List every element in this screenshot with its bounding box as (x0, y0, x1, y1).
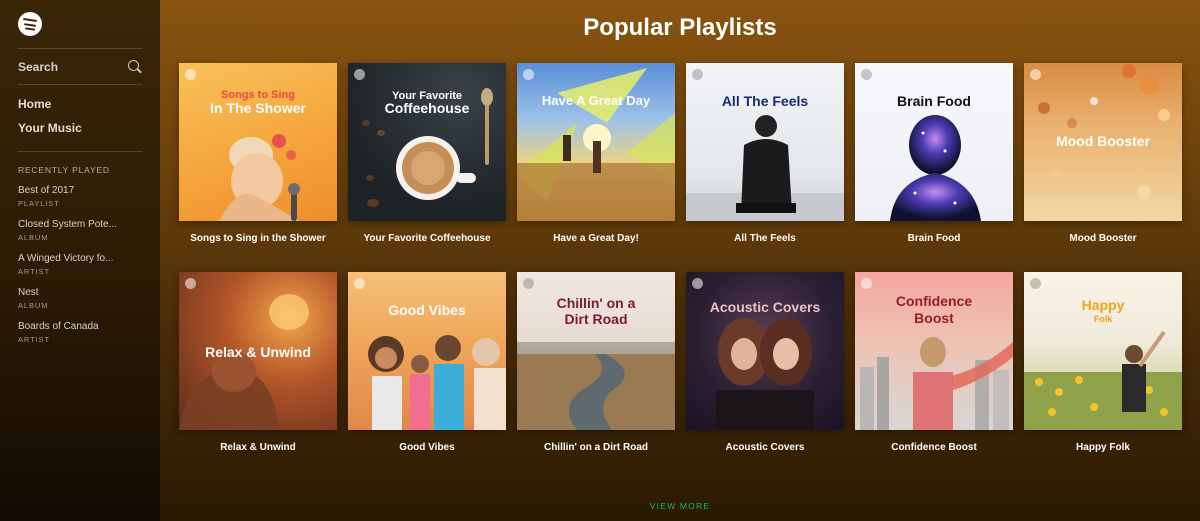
playlist-title[interactable]: Mood Booster (1024, 233, 1182, 244)
playlist-title[interactable]: Brain Food (855, 233, 1013, 244)
playlist-cover[interactable]: Chillin' on a Dirt Road (517, 272, 675, 430)
recent-item-title[interactable]: Best of 2017 (18, 185, 142, 197)
playlist-card[interactable]: Happy Folk Happy Folk (1024, 272, 1182, 453)
playlist-cover[interactable]: Happy Folk (1024, 272, 1182, 430)
playlist-cover[interactable]: Confidence Boost (855, 272, 1013, 430)
playlist-card[interactable]: Acoustic Covers Acoustic Covers (686, 272, 844, 453)
playlist-card[interactable]: Relax & Unwind Relax & Unwind (179, 272, 337, 453)
cover-title-line: Folk (1093, 314, 1113, 324)
recent-item-type: ALBUM (18, 301, 49, 310)
playlist-cover[interactable]: All The Feels (686, 63, 844, 221)
playlist-cover[interactable]: Acoustic Covers (686, 272, 844, 430)
playlist-cover[interactable]: Relax & Unwind (179, 272, 337, 430)
search-icon[interactable] (128, 59, 142, 74)
playlist-card[interactable]: Confidence Boost Confidence Boost (855, 272, 1013, 453)
cover-title-line: Good Vibes (388, 302, 466, 318)
playlist-cover[interactable]: Mood Booster (1024, 63, 1182, 221)
divider (18, 151, 142, 152)
sidebar: Search Home Your Music RECENTLY PLAYED B… (0, 0, 160, 521)
recent-item-title[interactable]: Nest (18, 287, 142, 299)
search-label[interactable]: Search (18, 60, 58, 74)
playlist-cover[interactable]: Your Favorite Coffeehouse (348, 63, 506, 221)
cover-title-line: Have A Great Day (541, 93, 651, 108)
cover-title-line: Happy (1081, 297, 1125, 313)
cover-title-line: All The Feels (721, 93, 809, 109)
playlist-cover[interactable]: Have A Great Day (517, 63, 675, 221)
playlist-title[interactable]: Chillin' on a Dirt Road (517, 442, 675, 453)
playlist-title[interactable]: Confidence Boost (855, 442, 1013, 453)
playlist-card[interactable]: Your Favorite Coffeehouse Your Favorite … (348, 63, 506, 244)
cover-title-line: Relax & Unwind (205, 344, 311, 360)
playlist-title[interactable]: All The Feels (686, 233, 844, 244)
main-content: Popular Playlists Songs to Sing In The S… (160, 0, 1200, 521)
cover-title-line: Acoustic Covers (709, 299, 821, 315)
friends-illustration (368, 335, 506, 430)
cover-title-line: Mood Booster (1055, 133, 1151, 149)
singer-illustration (219, 134, 300, 221)
playlist-cover[interactable]: Songs to Sing In The Shower (179, 63, 337, 221)
recent-item[interactable]: Closed System Pote... ALBUM (18, 219, 142, 242)
recent-item[interactable]: A Winged Victory fo... ARTIST (18, 253, 142, 276)
page-title: Popular Playlists (583, 14, 777, 41)
recent-item[interactable]: Best of 2017 PLAYLIST (18, 185, 142, 208)
main-nav: Home Your Music (18, 85, 142, 151)
recent-item-title[interactable]: Closed System Pote... (18, 219, 142, 231)
playlist-card[interactable]: Good Vibes Good Vibes (348, 272, 506, 453)
playlist-cover[interactable]: Good Vibes (348, 272, 506, 430)
playlist-card[interactable]: Chillin' on a Dirt Road Chillin' on a Di… (517, 272, 675, 453)
cover-title-line: Coffeehouse (384, 100, 470, 116)
recently-played-heading: RECENTLY PLAYED (18, 165, 110, 175)
recent-item-title[interactable]: A Winged Victory fo... (18, 253, 142, 265)
nav-item-home[interactable]: Home (18, 97, 142, 121)
person-illustration (686, 115, 844, 221)
recent-item[interactable]: Boards of Canada ARTIST (18, 321, 142, 344)
flower-field-illustration (1024, 330, 1182, 430)
playlist-card[interactable]: Mood Booster Mood Booster (1024, 63, 1182, 244)
recent-item[interactable]: Nest ALBUM (18, 287, 142, 310)
brain-illustration (890, 115, 981, 221)
cover-title-line: Confidence (895, 293, 973, 309)
playlist-title[interactable]: Have a Great Day! (517, 233, 675, 244)
playlist-title[interactable]: Acoustic Covers (686, 442, 844, 453)
recent-item-type: ARTIST (18, 267, 50, 276)
recent-item-type: ARTIST (18, 335, 50, 344)
recent-item-type: PLAYLIST (18, 199, 60, 208)
nav-item-your-music[interactable]: Your Music (18, 121, 142, 145)
recent-item-type: ALBUM (18, 233, 49, 242)
coffee-illustration (362, 88, 493, 207)
cover-title-line: Chillin' on a (556, 295, 636, 311)
cover-title-line: In The Shower (210, 100, 306, 116)
playlist-title[interactable]: Your Favorite Coffeehouse (348, 233, 506, 244)
search-row[interactable]: Search (18, 49, 142, 84)
duo-illustration (716, 318, 814, 430)
cover-title-line: Boost (914, 310, 954, 326)
cover-title-line: Dirt Road (564, 311, 628, 327)
playlist-title[interactable]: Happy Folk (1024, 442, 1182, 453)
playlist-card[interactable]: Brain Food Brain Food (855, 63, 1013, 244)
spotify-logo-icon[interactable] (18, 12, 42, 36)
playlist-title[interactable]: Good Vibes (348, 442, 506, 453)
playlist-card[interactable]: Have A Great Day Have a Great Day! (517, 63, 675, 244)
view-more-link[interactable]: VIEW MORE (160, 501, 1200, 511)
playlist-title[interactable]: Songs to Sing in the Shower (179, 233, 337, 244)
playlist-card[interactable]: All The Feels All The Feels (686, 63, 844, 244)
cover-title-line: Brain Food (897, 93, 971, 109)
recently-played-list: Best of 2017 PLAYLIST Closed System Pote… (18, 185, 142, 344)
recent-item-title[interactable]: Boards of Canada (18, 321, 142, 333)
playlist-title[interactable]: Relax & Unwind (179, 442, 337, 453)
playlist-card[interactable]: Songs to Sing In The Shower Songs to Sin… (179, 63, 337, 244)
playlist-cover[interactable]: Brain Food (855, 63, 1013, 221)
sunset-illustration (517, 68, 675, 221)
